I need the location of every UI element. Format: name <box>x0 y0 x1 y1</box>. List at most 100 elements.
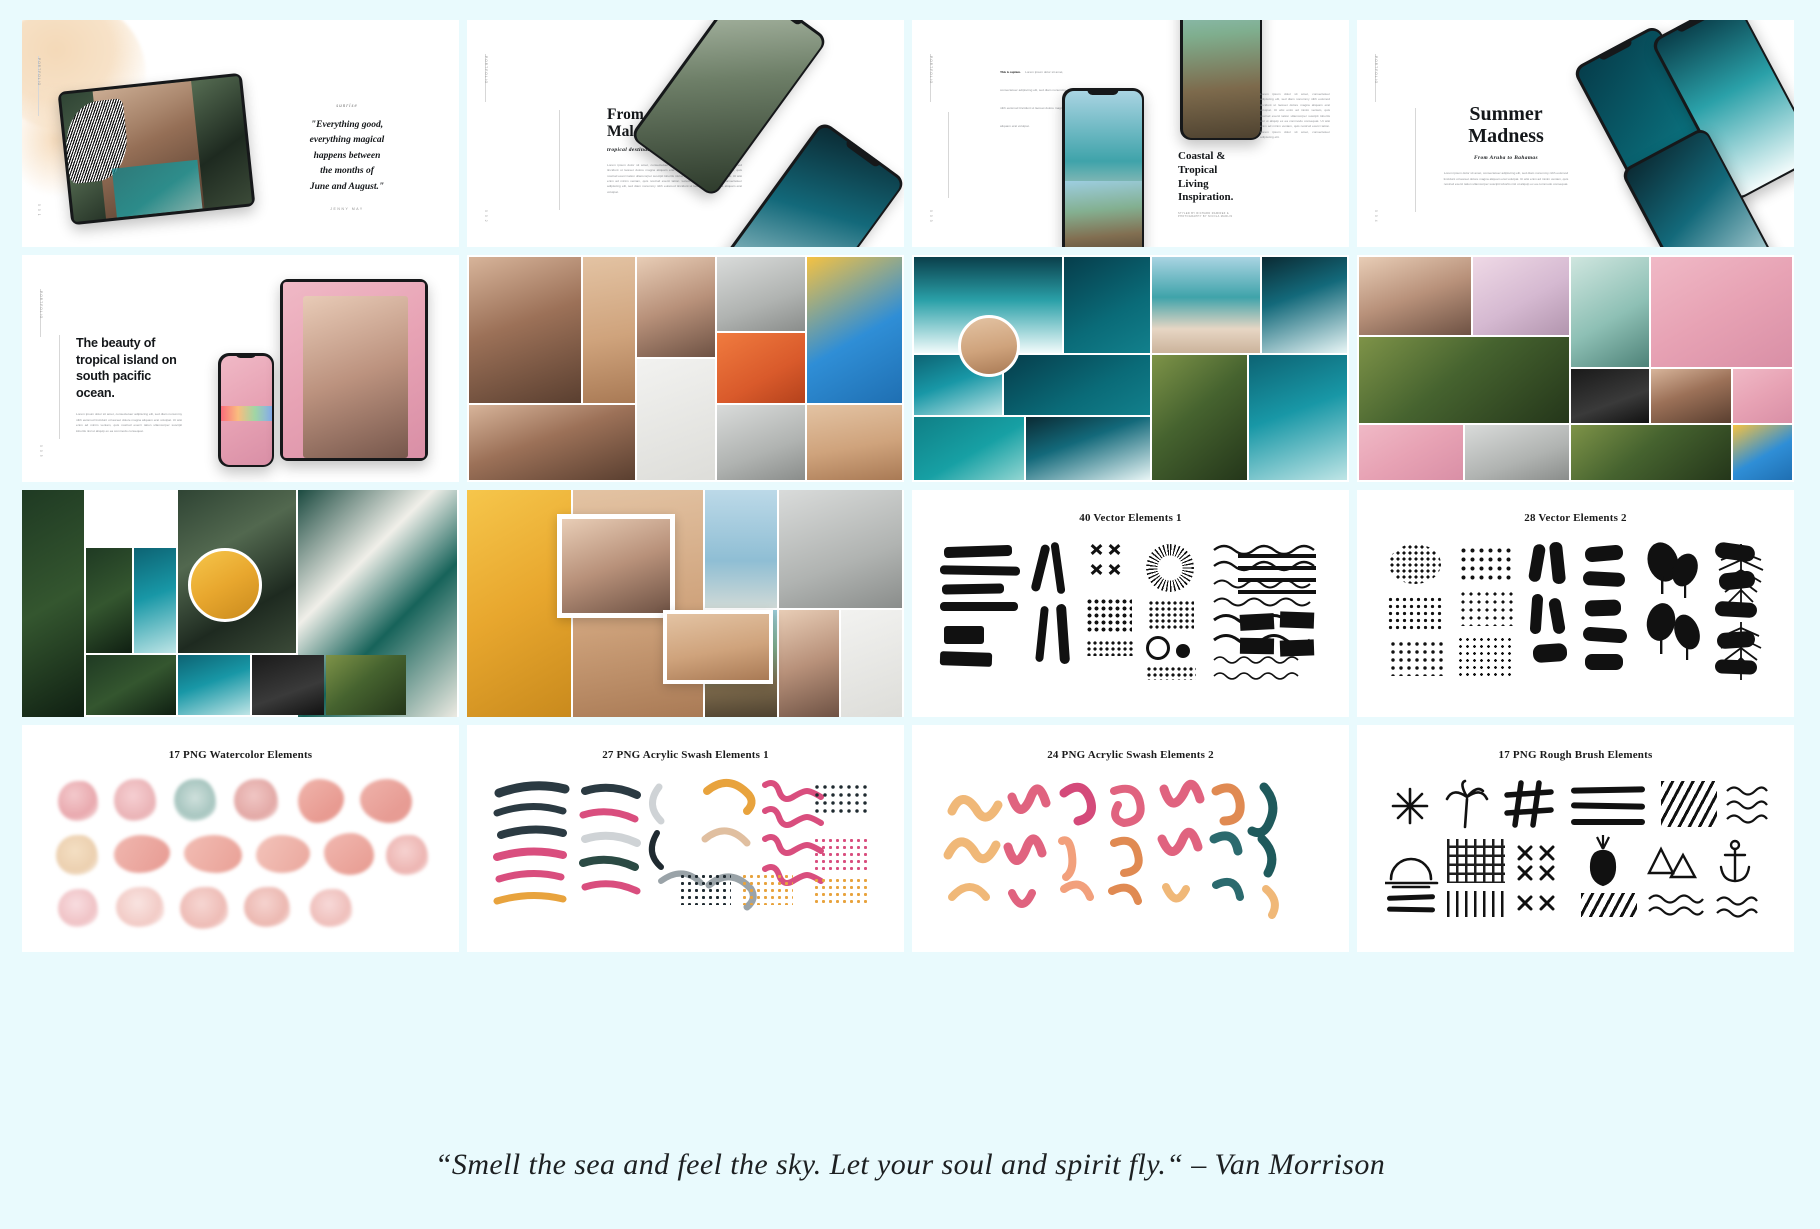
photo-tile <box>1359 425 1463 480</box>
page-label: 0 0 4 <box>1374 210 1378 223</box>
photo-tile <box>717 257 805 331</box>
phone-mockup-right[interactable] <box>1180 20 1262 140</box>
slide-grid: PORTFOLIO 0 0 1 sunrise "Everything good… <box>22 20 1798 952</box>
slide-moodboard-lifestyle[interactable] <box>467 255 904 482</box>
side-label: PORTFOLIO <box>39 291 43 320</box>
phone-screen-palm <box>1182 20 1260 138</box>
slide-vector-2[interactable]: 28 Vector Elements 2 <box>1357 490 1794 717</box>
slide-summer-madness[interactable]: PORTFOLIO 0 0 4 Summer Madness From Arub… <box>1357 20 1794 247</box>
photo-tile <box>1651 369 1731 423</box>
side-label: PORTFOLIO <box>1374 56 1378 85</box>
page-label: 0 0 2 <box>484 210 488 223</box>
photo-tile <box>807 405 902 480</box>
panel-title: 28 Vector Elements 2 <box>1524 512 1627 524</box>
circle-photo-overlay <box>188 548 262 622</box>
slide-acrylic-1[interactable]: 27 PNG Acrylic Swash Elements 1 <box>467 725 904 952</box>
photo-tile <box>1262 257 1347 353</box>
slide-moodboard-jungle[interactable] <box>22 490 459 717</box>
photo-tile <box>717 405 805 480</box>
panel-title: 40 Vector Elements 1 <box>1079 512 1182 524</box>
content-rule <box>59 335 60 439</box>
framed-portrait-card <box>557 514 675 618</box>
panel-title: 17 PNG Rough Brush Elements <box>1498 749 1653 761</box>
phone-notch <box>235 353 257 358</box>
photo-tile <box>841 610 902 717</box>
photo-tile <box>705 490 777 608</box>
acrylic-element-canvas-1 <box>493 777 878 938</box>
photo-tile <box>717 333 805 403</box>
slide-title: Coastal & Tropical Living Inspiration. <box>1178 150 1234 204</box>
tablet-screen <box>283 282 425 458</box>
quote-line-3: happens between <box>313 150 381 161</box>
photo-tile <box>134 548 176 653</box>
photo-tile <box>583 257 635 403</box>
quote-line-1: "Everything good, <box>310 120 384 130</box>
slide-moodboard-ocean[interactable] <box>912 255 1349 482</box>
photo-tile <box>914 417 1024 480</box>
page-label: 0 0 5 <box>39 445 43 458</box>
photo-tile <box>326 655 406 715</box>
photo-tile <box>22 490 84 717</box>
photo-tile <box>1152 257 1260 353</box>
quote-mark: sunrise <box>336 104 358 109</box>
photo-tile <box>1026 417 1150 480</box>
photo-tile <box>1465 425 1569 480</box>
rough-brush-element-canvas <box>1385 777 1768 938</box>
photo-tile <box>779 610 839 717</box>
slide-beauty-tropical[interactable]: PORTFOLIO 0 0 5 The beauty of tropical i… <box>22 255 459 482</box>
slide-title: The beauty of tropical island on south p… <box>76 336 177 400</box>
slide-coastal[interactable]: PORTFOLIO 0 0 3 This is caption. Lorem i… <box>912 20 1349 247</box>
quote-line-5: June and August." <box>309 181 385 192</box>
slide-body: Lorem ipsum dolor sit amet, consectetuer… <box>76 412 182 433</box>
photo-tile <box>1733 369 1792 423</box>
slide-acrylic-2[interactable]: 24 PNG Acrylic Swash Elements 2 <box>912 725 1349 952</box>
page-label: 0 0 1 <box>37 204 41 217</box>
phone-notch <box>1087 88 1119 95</box>
tablet-mockup[interactable] <box>280 279 428 461</box>
photo-tile <box>1571 257 1649 367</box>
phone-mockup-center[interactable] <box>1062 88 1144 247</box>
phone-mockup[interactable] <box>218 353 274 467</box>
slide-quote-tablet[interactable]: PORTFOLIO 0 0 1 sunrise "Everything good… <box>22 20 459 247</box>
quote-line-2: everything magical <box>309 135 385 146</box>
slide-rough-brush[interactable]: 17 PNG Rough Brush Elements <box>1357 725 1794 952</box>
side-label: PORTFOLIO <box>37 58 41 87</box>
photo-tile <box>1733 425 1792 480</box>
photo-tile <box>637 257 715 357</box>
caption-body: Lorem ipsum dolor sit amet, consectetuer… <box>1000 70 1066 128</box>
slide-sheycelles[interactable]: PORTFOLIO 0 0 2 From Sheycelles to Maldi… <box>467 20 904 247</box>
photo-tile <box>467 490 571 717</box>
acrylic-element-canvas-2 <box>938 777 1323 938</box>
slide-moodboard-portrait[interactable] <box>1357 255 1794 482</box>
photo-tile <box>1473 257 1569 335</box>
photo-tile <box>86 655 176 715</box>
watercolor-element-canvas <box>52 777 429 936</box>
slide-body: Lorem ipsum dolor sit amet, consectetuer… <box>1260 92 1330 140</box>
content-rule <box>948 112 949 198</box>
circle-photo-overlay <box>958 315 1020 377</box>
photo-tile <box>1359 257 1471 335</box>
footer-quote: “Smell the sea and feel the sky. Let you… <box>434 1148 1386 1181</box>
slide-moodboard-travel[interactable] <box>467 490 904 717</box>
side-label: PORTFOLIO <box>929 56 933 85</box>
presentation-preview-page: PORTFOLIO 0 0 1 sunrise "Everything good… <box>0 0 1820 1229</box>
tablet-mockup[interactable] <box>57 72 256 226</box>
side-label: PORTFOLIO <box>484 56 488 85</box>
framed-photo-card <box>663 610 773 684</box>
panel-title: 17 PNG Watercolor Elements <box>168 749 313 761</box>
photo-tile <box>1152 355 1247 480</box>
photo-tile <box>1249 355 1347 480</box>
photo-tile <box>1571 425 1731 480</box>
slide-watercolor[interactable]: 17 PNG Watercolor Elements <box>22 725 459 952</box>
quote-attribution: JENNY MAY <box>330 206 364 211</box>
quote-line-4: the months of <box>320 166 374 177</box>
slide-vector-1[interactable]: 40 Vector Elements 1 <box>912 490 1349 717</box>
quote-block: sunrise "Everything good, everything mag… <box>272 104 422 211</box>
vector-element-canvas <box>1385 540 1766 703</box>
photo-tile <box>807 257 902 403</box>
tablet-screen <box>60 75 253 223</box>
photo-tile <box>1064 257 1150 353</box>
photo-tile <box>1571 369 1649 423</box>
content-rule <box>1415 108 1416 212</box>
photo-tile <box>252 655 324 715</box>
